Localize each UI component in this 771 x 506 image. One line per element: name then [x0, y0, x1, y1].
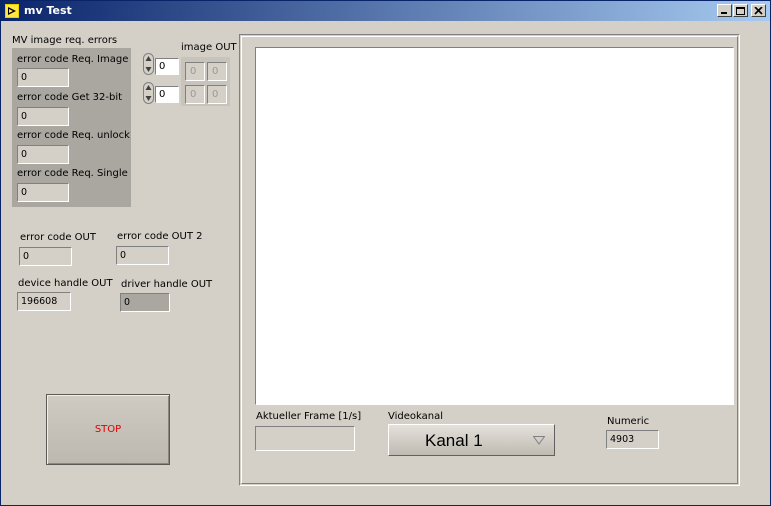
- image-out-cell: 0: [207, 85, 227, 104]
- error-req-unlock-field: 0: [17, 145, 69, 164]
- driver-handle-out-label: driver handle OUT: [121, 279, 213, 290]
- frame-rate-label: Aktueller Frame [1/s]: [256, 411, 362, 422]
- device-handle-out-label: device handle OUT: [18, 278, 113, 289]
- error-req-single-field: 0: [17, 183, 69, 202]
- image-out-label: image OUT: [181, 42, 237, 53]
- image-display[interactable]: [255, 47, 734, 405]
- close-button[interactable]: [751, 4, 766, 17]
- window-title: mv Test: [24, 4, 72, 17]
- videokanal-selected: Kanal 1: [425, 431, 483, 450]
- videokanal-label: Videokanal: [388, 411, 444, 422]
- image-out-cell: 0: [207, 62, 227, 81]
- dropdown-arrow-icon: [533, 436, 545, 445]
- maximize-button[interactable]: [733, 4, 748, 17]
- row-index-spinner[interactable]: [143, 53, 154, 75]
- driver-handle-out-field: 0: [120, 293, 170, 312]
- error-get-32bit-label: error code Get 32-bit: [17, 92, 123, 103]
- error-req-image-label: error code Req. Image: [17, 54, 129, 65]
- frame-rate-field: [255, 426, 355, 451]
- numeric-field: 4903: [606, 430, 659, 449]
- videokanal-ring[interactable]: Kanal 1: [388, 424, 555, 456]
- error-req-image-field: 0: [17, 68, 69, 87]
- error-code-out2-field: 0: [116, 246, 169, 265]
- minimize-button[interactable]: [717, 4, 732, 17]
- stop-button-label: STOP: [94, 424, 122, 435]
- error-get-32bit-field: 0: [17, 107, 69, 126]
- minimize-icon: [721, 12, 727, 14]
- image-out-array: 0 0 0 0: [181, 57, 230, 106]
- labview-app-icon: [5, 4, 19, 18]
- close-icon: [754, 7, 763, 15]
- stop-button[interactable]: STOP: [46, 394, 170, 465]
- col-index-input[interactable]: 0: [155, 86, 179, 103]
- errors-cluster-title: MV image req. errors: [12, 35, 118, 46]
- error-code-out-label: error code OUT: [20, 232, 96, 243]
- device-handle-out-field: 196608: [17, 292, 71, 311]
- application-window: mv Test MV image req. errors error code …: [0, 0, 771, 506]
- error-code-out-field: 0: [19, 247, 72, 266]
- image-out-cell: 0: [185, 85, 205, 104]
- title-bar[interactable]: mv Test: [1, 1, 770, 21]
- errors-cluster: error code Req. Image 0 error code Get 3…: [12, 48, 131, 207]
- error-code-out2-label: error code OUT 2: [117, 231, 203, 242]
- image-out-cell: 0: [185, 62, 205, 81]
- maximize-icon: [736, 7, 745, 15]
- col-index-spinner[interactable]: [143, 82, 154, 104]
- error-req-single-label: error code Req. Single: [17, 168, 128, 179]
- error-req-unlock-label: error code Req. unlock: [17, 130, 130, 141]
- row-index-input[interactable]: 0: [155, 58, 179, 75]
- numeric-label: Numeric: [607, 416, 650, 427]
